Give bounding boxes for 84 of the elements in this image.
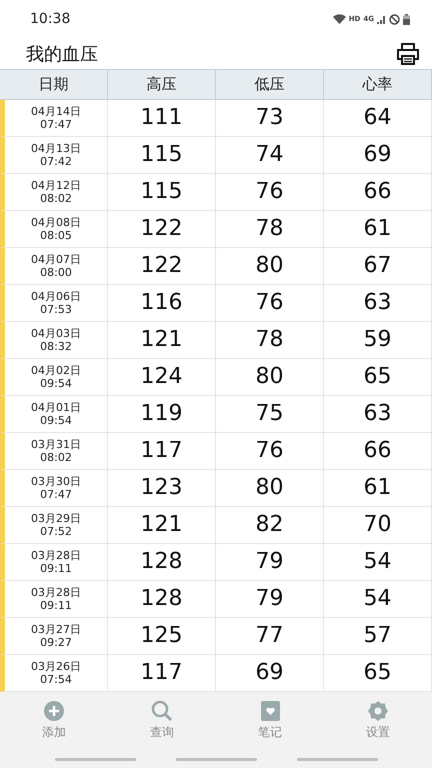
diastolic-value: 69 [256, 660, 284, 686]
systolic-value: 122 [140, 253, 182, 278]
system-nav-bar[interactable] [176, 758, 256, 761]
pulse-value: 57 [364, 623, 392, 648]
wifi-icon [332, 14, 346, 24]
date-cell: 03月27日 09:27 [0, 618, 108, 655]
date-cell: 03月31日 08:02 [0, 432, 108, 470]
pulse-value: 70 [364, 512, 392, 538]
diastolic-value: 79 [256, 549, 284, 574]
diastolic-value: 73 [256, 105, 284, 130]
diastolic-value: 80 [256, 364, 284, 390]
pulse-value: 67 [364, 253, 392, 278]
plus-circle-icon [43, 700, 65, 722]
system-nav-bar[interactable] [54, 758, 136, 761]
systolic-value: 122 [140, 216, 182, 242]
systolic-value: 116 [140, 290, 182, 316]
diastolic-value: 76 [256, 438, 284, 464]
systolic-value: 121 [140, 512, 182, 538]
date-cell: 04月01日 09:54 [0, 396, 108, 433]
date-cell: 04月06日 07:53 [0, 284, 108, 322]
systolic-value: 115 [140, 142, 182, 168]
systolic-value: 123 [140, 475, 182, 500]
systolic-value: 115 [140, 179, 182, 204]
date-cell: 04月12日 08:02 [0, 174, 108, 211]
diastolic-value: 80 [256, 253, 284, 278]
systolic-value: 111 [140, 105, 182, 130]
diastolic-value: 76 [256, 179, 284, 204]
date-cell: 04月14日 07:47 [0, 100, 108, 137]
column-header: 高压 [108, 70, 216, 100]
pulse-value: 66 [364, 179, 392, 204]
systolic-value: 125 [140, 623, 182, 648]
pulse-value: 64 [364, 105, 392, 130]
systolic-value: 128 [140, 549, 182, 574]
pulse-value: 54 [364, 586, 392, 612]
diastolic-value: 82 [256, 512, 284, 538]
pulse-value: 59 [364, 327, 392, 352]
signal-icon [377, 14, 386, 24]
date-cell: 04月02日 09:54 [0, 358, 108, 396]
nav-tab[interactable]: 设置 [366, 700, 390, 741]
systolic-value: 117 [140, 660, 182, 686]
pulse-value: 66 [364, 438, 392, 464]
diastolic-value: 75 [256, 401, 284, 426]
pulse-value: 63 [364, 401, 392, 426]
date-cell: 04月13日 07:42 [0, 136, 108, 174]
column-header: 日期 [0, 70, 108, 100]
date-cell: 04月03日 08:32 [0, 322, 108, 359]
system-nav-bar[interactable] [296, 758, 378, 761]
column-header: 心率 [324, 70, 432, 100]
systolic-value: 128 [140, 586, 182, 612]
page-title: 我的血压 [26, 42, 98, 66]
diastolic-value: 78 [256, 327, 284, 352]
diastolic-value: 74 [256, 142, 284, 168]
diastolic-value: 77 [256, 623, 284, 648]
search-icon [151, 700, 173, 722]
pulse-value: 61 [364, 475, 392, 500]
systolic-value: 117 [140, 438, 182, 464]
pulse-value: 65 [364, 364, 392, 390]
do-not-disturb-icon [389, 14, 400, 25]
date-cell: 04月08日 08:05 [0, 210, 108, 248]
date-cell: 03月28日 09:11 [0, 580, 108, 618]
pulse-value: 63 [364, 290, 392, 316]
systolic-value: 121 [140, 327, 182, 352]
nav-tab[interactable]: 笔记 [258, 700, 282, 741]
settings-icon [367, 700, 389, 722]
pulse-value: 54 [364, 549, 392, 574]
diastolic-value: 80 [256, 475, 284, 500]
date-cell: 03月30日 07:47 [0, 470, 108, 507]
diastolic-value: 79 [256, 586, 284, 612]
date-cell: 04月07日 08:00 [0, 248, 108, 285]
pulse-value: 65 [364, 660, 392, 686]
pulse-value: 61 [364, 216, 392, 242]
nav-tab[interactable]: 查询 [150, 700, 174, 741]
diastolic-value: 78 [256, 216, 284, 242]
pulse-value: 69 [364, 142, 392, 168]
nav-tab[interactable]: 添加 [42, 700, 66, 741]
systolic-value: 119 [140, 401, 182, 426]
date-cell: 03月28日 09:11 [0, 544, 108, 581]
column-header: 低压 [216, 70, 324, 100]
diastolic-value: 76 [256, 290, 284, 316]
status-time: 10:38 [30, 11, 70, 28]
date-cell: 03月29日 07:52 [0, 506, 108, 544]
print-button[interactable] [396, 42, 420, 65]
battery-icon [403, 14, 410, 25]
systolic-value: 124 [140, 364, 182, 390]
